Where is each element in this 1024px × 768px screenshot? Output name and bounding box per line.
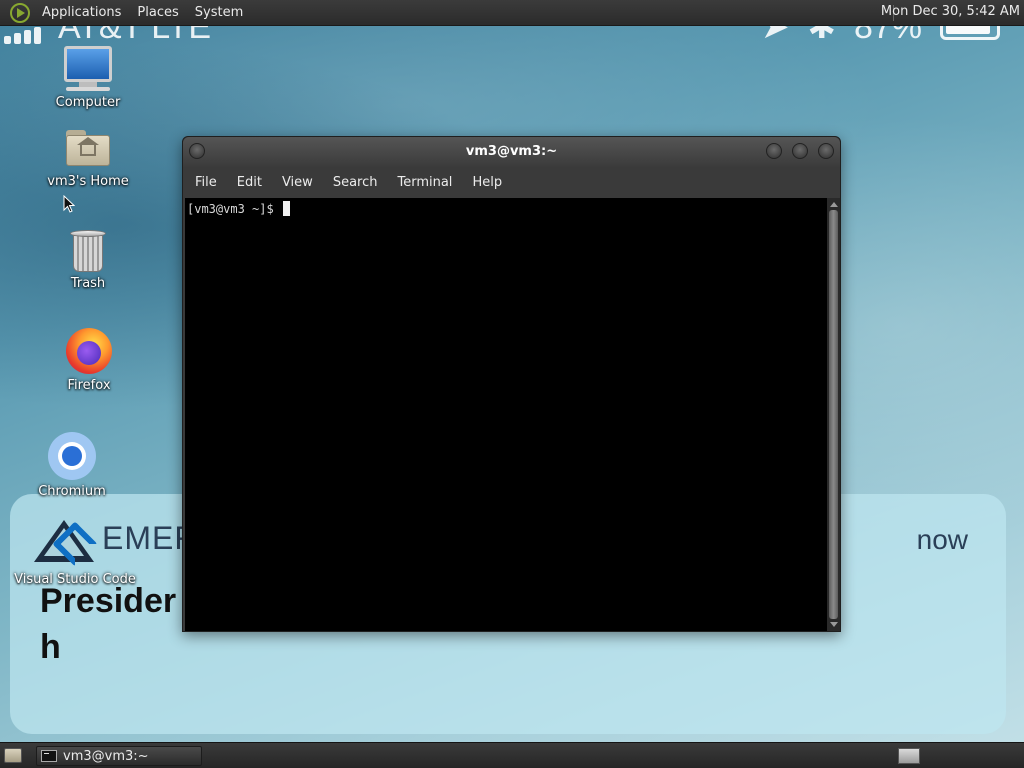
desktop-icon-vscode[interactable]: Visual Studio Code xyxy=(14,520,136,587)
terminal-window[interactable]: vm3@vm3:~ File Edit View Search Terminal… xyxy=(182,136,841,632)
desktop-icon-firefox[interactable]: Firefox xyxy=(39,328,139,393)
chromium-icon xyxy=(48,432,96,480)
close-button[interactable] xyxy=(818,143,834,159)
notification-time: now xyxy=(916,524,968,555)
menu-file[interactable]: File xyxy=(185,175,227,190)
notification-headline-line1: Presider xyxy=(40,582,177,620)
bottom-panel: vm3@vm3:~ xyxy=(0,742,1024,768)
panel-clock[interactable]: Mon Dec 30, 5:42 AM xyxy=(881,4,1020,19)
terminal-text-area[interactable]: [vm3@vm3 ~]$ xyxy=(185,198,827,631)
terminal-icon xyxy=(41,750,57,762)
terminal-title: vm3@vm3:~ xyxy=(465,144,558,159)
desktop-icon-computer[interactable]: Computer xyxy=(38,46,138,110)
scroll-down-arrow-icon[interactable] xyxy=(830,622,838,627)
scrollbar-thumb[interactable] xyxy=(829,210,838,619)
terminal-scrollbar[interactable] xyxy=(827,198,840,631)
desktop-icon-label: Computer xyxy=(55,95,121,110)
home-folder-icon xyxy=(66,130,110,166)
trash-icon xyxy=(70,230,106,272)
terminal-menubar: File Edit View Search Terminal Help xyxy=(183,167,840,197)
maximize-button[interactable] xyxy=(792,143,808,159)
menu-search[interactable]: Search xyxy=(323,175,388,190)
firefox-icon xyxy=(66,328,112,374)
menu-help[interactable]: Help xyxy=(462,175,512,190)
desktop-icon-trash[interactable]: Trash xyxy=(38,230,138,291)
menu-applications[interactable]: Applications xyxy=(34,5,129,20)
shell-prompt: [vm3@vm3 ~]$ xyxy=(187,202,281,216)
menu-terminal[interactable]: Terminal xyxy=(387,175,462,190)
menu-system[interactable]: System xyxy=(187,5,251,20)
desktop-icon-label: Firefox xyxy=(67,378,111,393)
desktop-icon-chromium[interactable]: Chromium xyxy=(22,432,122,499)
computer-icon xyxy=(38,46,138,91)
menu-view[interactable]: View xyxy=(272,175,323,190)
mouse-pointer-icon xyxy=(63,195,75,213)
text-cursor xyxy=(282,201,290,216)
top-panel: Applications Places System Mon Dec 30, 5… xyxy=(0,0,1024,26)
signal-bars-icon xyxy=(4,24,50,44)
taskbar-terminal-label: vm3@vm3:~ xyxy=(63,748,149,764)
notification-headline-line2: h xyxy=(40,628,61,666)
terminal-titlebar[interactable]: vm3@vm3:~ xyxy=(183,137,840,167)
scroll-up-arrow-icon[interactable] xyxy=(830,202,838,207)
workspace-switcher[interactable] xyxy=(898,748,920,764)
vscode-icon xyxy=(51,520,99,568)
desktop-icon-label: Trash xyxy=(70,276,106,291)
menu-edit[interactable]: Edit xyxy=(227,175,272,190)
desktop-icon-label: Chromium xyxy=(38,484,106,499)
desktop-icon-label: vm3's Home xyxy=(47,174,129,189)
show-desktop-icon[interactable] xyxy=(4,748,22,763)
applications-logo-icon[interactable] xyxy=(10,2,30,23)
taskbar-terminal-button[interactable]: vm3@vm3:~ xyxy=(36,746,202,766)
desktop-icon-label: Visual Studio Code xyxy=(14,572,136,587)
desktop-icon-home[interactable]: vm3's Home xyxy=(38,130,138,189)
menu-places[interactable]: Places xyxy=(129,5,186,20)
minimize-button[interactable] xyxy=(766,143,782,159)
